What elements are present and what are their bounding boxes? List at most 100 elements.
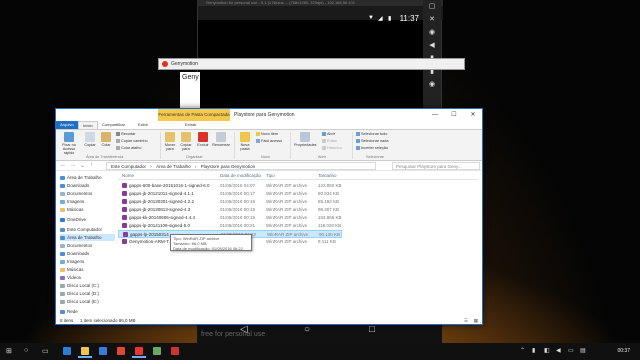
tab-home[interactable]: Início bbox=[78, 121, 98, 129]
new-item-button[interactable]: Novo item bbox=[256, 132, 278, 136]
nav-quick-desktop[interactable]: Área de Trabalho bbox=[60, 174, 115, 181]
search-icon[interactable]: ○ bbox=[24, 347, 28, 354]
file-row[interactable]: gapps-jb-20130301-signed-4.2.2 01/05/201… bbox=[118, 198, 342, 206]
copy-button[interactable]: Copiar bbox=[83, 132, 97, 147]
battery-icon: ▮ bbox=[388, 16, 392, 22]
close-button[interactable]: ✕ bbox=[464, 109, 482, 121]
copy-path-button[interactable]: Copiar caminho bbox=[116, 139, 148, 143]
back-arrow-icon[interactable]: ← bbox=[60, 162, 66, 168]
tab-file[interactable]: Arquivo bbox=[56, 121, 78, 129]
properties-button[interactable]: Propriedades bbox=[294, 132, 317, 147]
new-folder-button[interactable]: Nova pasta bbox=[237, 132, 253, 151]
maximize-button[interactable]: ☐ bbox=[445, 109, 463, 121]
nav-pc-documents[interactable]: Documentos bbox=[60, 242, 115, 249]
breadcrumb-this-pc[interactable]: Este Computador bbox=[111, 164, 146, 169]
nav-quick-downloads[interactable]: Downloads bbox=[60, 182, 115, 189]
emulator-close-icon[interactable]: ✕ bbox=[423, 13, 441, 26]
nav-drive-c[interactable]: Disco Local (C:) bbox=[60, 282, 115, 289]
nav-pc-desktop[interactable]: Área de Trabalho bbox=[60, 234, 115, 241]
taskbar-store[interactable] bbox=[96, 345, 110, 358]
compressed-folder-tools-tab[interactable]: Ferramentas de Pasta Compactada bbox=[158, 109, 230, 121]
address-bar[interactable]: Este Computador › Área de Trabalho › Pla… bbox=[106, 162, 376, 170]
forward-arrow-icon[interactable]: → bbox=[70, 162, 76, 168]
nav-this-pc[interactable]: Este Computador bbox=[60, 226, 115, 233]
tray-network-icon[interactable]: ◧ bbox=[544, 347, 550, 354]
file-name-text: gapps-jb-20130813-signed-4.3 bbox=[129, 207, 191, 212]
file-row[interactable]: gapps-lp-20141109-signed-5.0 01/05/2016 … bbox=[118, 222, 342, 230]
tab-extract[interactable]: Extrair bbox=[181, 121, 201, 129]
details-view-icon[interactable]: ☰ bbox=[464, 317, 468, 325]
nav-network[interactable]: Rede bbox=[60, 308, 115, 315]
search-input[interactable]: Pesquisar Playstore para Geny... bbox=[392, 162, 480, 170]
minimize-button[interactable]: — bbox=[426, 109, 444, 121]
file-row[interactable]: gapps-600-base-20151016-1-signed-6.0 01/… bbox=[118, 182, 342, 190]
tray-volume-icon[interactable]: ◀ bbox=[556, 347, 561, 354]
genymotion-window[interactable]: Genymotion bbox=[158, 58, 465, 70]
tray-chevron-icon[interactable]: ⌃ bbox=[520, 347, 525, 354]
move-to-button[interactable]: Mover para bbox=[163, 132, 177, 151]
taskbar-edge[interactable] bbox=[60, 345, 74, 358]
breadcrumb-desktop[interactable]: Área de Trabalho bbox=[156, 164, 191, 169]
file-row[interactable]: gapps-kk-20140606-signed-4.4.4 01/05/201… bbox=[118, 214, 342, 222]
taskbar-chrome[interactable] bbox=[114, 345, 128, 358]
copy-to-button[interactable]: Copiar para bbox=[179, 132, 193, 151]
history-button[interactable]: Histórico bbox=[322, 146, 342, 150]
paste-button[interactable]: Colar bbox=[99, 132, 113, 147]
drive-icon bbox=[60, 291, 65, 296]
tray-notification-icon[interactable]: ▤ bbox=[580, 347, 586, 354]
file-explorer-window[interactable]: Ferramentas de Pasta Compactada Playstor… bbox=[55, 108, 483, 325]
column-type[interactable]: Tipo bbox=[266, 173, 275, 178]
pin-quick-access-button[interactable]: Fixar no Acesso rápido bbox=[58, 132, 80, 155]
large-icons-view-icon[interactable]: ▦ bbox=[474, 317, 478, 325]
genymotion-window-body: Geny bbox=[180, 72, 200, 112]
paste-shortcut-button[interactable]: Colar atalho bbox=[116, 146, 141, 150]
cut-button[interactable]: Recortar bbox=[116, 132, 136, 136]
taskbar-file-explorer[interactable] bbox=[78, 345, 92, 358]
invert-selection-button[interactable]: Inverter seleção bbox=[356, 146, 388, 150]
rename-button[interactable]: Renomear bbox=[212, 132, 230, 147]
nav-pc-downloads[interactable]: Downloads bbox=[60, 250, 115, 257]
nav-pc-music[interactable]: Músicas bbox=[60, 266, 115, 273]
nav-pc-pictures[interactable]: Imagens bbox=[60, 258, 115, 265]
edit-button[interactable]: Editar bbox=[322, 139, 337, 143]
up-arrow-icon[interactable]: ↑ bbox=[90, 162, 93, 168]
column-name[interactable]: Nome bbox=[122, 173, 134, 178]
tray-language-icon[interactable]: ▭ bbox=[568, 347, 574, 354]
nav-label: Rede bbox=[67, 309, 78, 314]
gps-icon[interactable]: ◉ bbox=[423, 26, 441, 39]
file-row[interactable]: gapps-jb-20121011-signed-4.1.1 01/05/201… bbox=[118, 190, 342, 198]
breadcrumb-current-folder[interactable]: Playstore para Genymotion bbox=[201, 164, 256, 169]
nav-quick-pictures[interactable]: Imagens bbox=[60, 198, 115, 205]
easy-access-button[interactable]: Fácil acesso bbox=[256, 139, 282, 143]
select-none-button[interactable]: Selecionar nada bbox=[356, 139, 388, 143]
task-view-icon[interactable]: ▭ bbox=[42, 347, 49, 355]
column-size[interactable]: Tamanho bbox=[318, 173, 337, 178]
id-icon[interactable]: ◉ bbox=[423, 78, 441, 91]
tray-battery-icon[interactable]: ▮ bbox=[532, 347, 535, 354]
tab-view[interactable]: Exibir bbox=[134, 121, 152, 129]
select-all-button[interactable]: Selecionar tudo bbox=[356, 132, 387, 136]
delete-icon bbox=[198, 132, 208, 142]
taskbar-recorder[interactable] bbox=[168, 345, 182, 358]
tab-share[interactable]: Compartilhar bbox=[98, 121, 129, 129]
taskbar-app[interactable] bbox=[150, 345, 164, 358]
recent-locations-icon[interactable]: ⌄ bbox=[80, 162, 85, 169]
taskbar-genymotion[interactable] bbox=[132, 345, 146, 358]
nav-label: Imagens bbox=[67, 259, 85, 264]
nav-quick-documents[interactable]: Documentos bbox=[60, 190, 115, 197]
nav-drive-d[interactable]: Disco Local (D:) bbox=[60, 290, 115, 297]
copy-to-icon bbox=[181, 132, 191, 142]
column-date[interactable]: Data de modificação bbox=[220, 173, 261, 178]
emulator-window-icon[interactable]: ▢ bbox=[423, 0, 441, 13]
delete-button[interactable]: Excluir bbox=[196, 132, 210, 147]
open-button[interactable]: Abrir bbox=[322, 132, 335, 136]
app-icon bbox=[153, 347, 161, 355]
nav-quick-music[interactable]: Músicas bbox=[60, 206, 115, 213]
taskbar-clock[interactable]: 00:37 bbox=[617, 348, 630, 354]
nav-drive-e[interactable]: Disco Local (E:) bbox=[60, 298, 115, 305]
start-windows-icon[interactable]: ⊞ bbox=[6, 347, 12, 355]
file-row[interactable]: gapps-jb-20130813-signed-4.3 01/05/2016 … bbox=[118, 206, 342, 214]
nav-pc-videos[interactable]: Vídeos bbox=[60, 274, 115, 281]
volume-icon[interactable]: ◀ bbox=[423, 39, 441, 52]
nav-onedrive[interactable]: OneDrive bbox=[60, 216, 115, 223]
